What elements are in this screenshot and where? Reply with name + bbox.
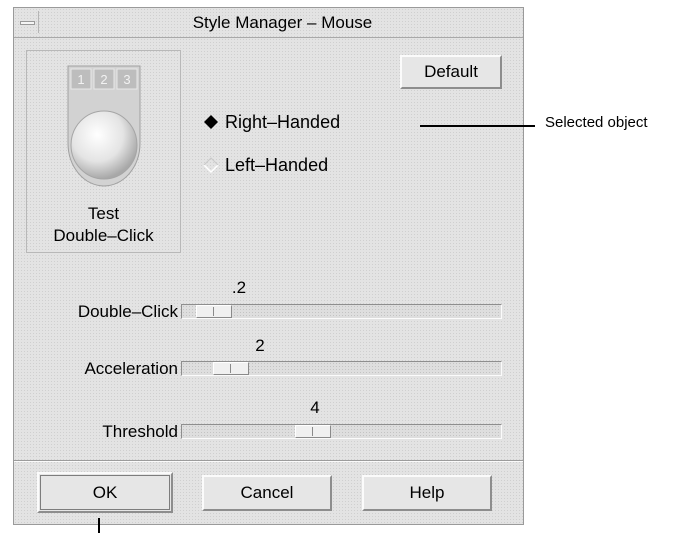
title-bar[interactable]: Style Manager – Mouse (14, 8, 523, 38)
threshold-slider[interactable] (295, 425, 331, 438)
cancel-button[interactable]: Cancel (202, 475, 332, 511)
acceleration-trough[interactable] (181, 361, 502, 376)
style-manager-mouse-window: Style Manager – Mouse 1 2 3 Test Double–… (13, 7, 524, 525)
double-click-trough[interactable] (181, 304, 502, 319)
double-click-scale: .2 Double–Click (14, 274, 523, 330)
acceleration-scale: 2 Acceleration (14, 333, 523, 389)
radio-selected-diamond-icon (204, 115, 218, 130)
threshold-trough[interactable] (181, 424, 502, 439)
double-click-label: Double–Click (77, 302, 178, 321)
ok-button[interactable]: OK (37, 472, 173, 513)
mouse-button-3-number: 3 (123, 72, 130, 87)
acceleration-label: Acceleration (84, 359, 178, 378)
callout-leader-line (420, 125, 535, 127)
threshold-value: 4 (310, 398, 320, 417)
ok-callout-tick (98, 518, 100, 533)
mouse-icon: 1 2 3 (67, 65, 141, 187)
window-title: Style Manager – Mouse (192, 13, 373, 32)
threshold-label: Threshold (102, 422, 178, 441)
left-handed-radio[interactable]: Left–Handed (203, 154, 328, 176)
right-handed-label: Right–Handed (225, 111, 341, 132)
acceleration-slider[interactable] (213, 362, 249, 375)
double-click-slider[interactable] (196, 305, 232, 318)
radio-unselected-diamond-icon (203, 157, 219, 174)
mouse-button-1-number: 1 (77, 72, 84, 87)
test-double-click-area[interactable]: 1 2 3 Test Double–Click (26, 50, 181, 253)
default-button[interactable]: Default (400, 55, 502, 89)
window-menu-icon[interactable] (16, 11, 39, 33)
acceleration-value: 2 (255, 336, 265, 355)
double-click-value: .2 (231, 278, 247, 297)
action-separator (14, 460, 523, 462)
selected-object-callout: Selected object (545, 114, 648, 131)
mouse-button-2-number: 2 (100, 72, 107, 87)
threshold-scale: 4 Threshold (14, 395, 523, 451)
left-handed-label: Left–Handed (225, 154, 329, 175)
help-button[interactable]: Help (362, 475, 492, 511)
test-double-click-label: Test Double–Click (53, 204, 154, 245)
right-handed-radio[interactable]: Right–Handed (203, 111, 340, 133)
